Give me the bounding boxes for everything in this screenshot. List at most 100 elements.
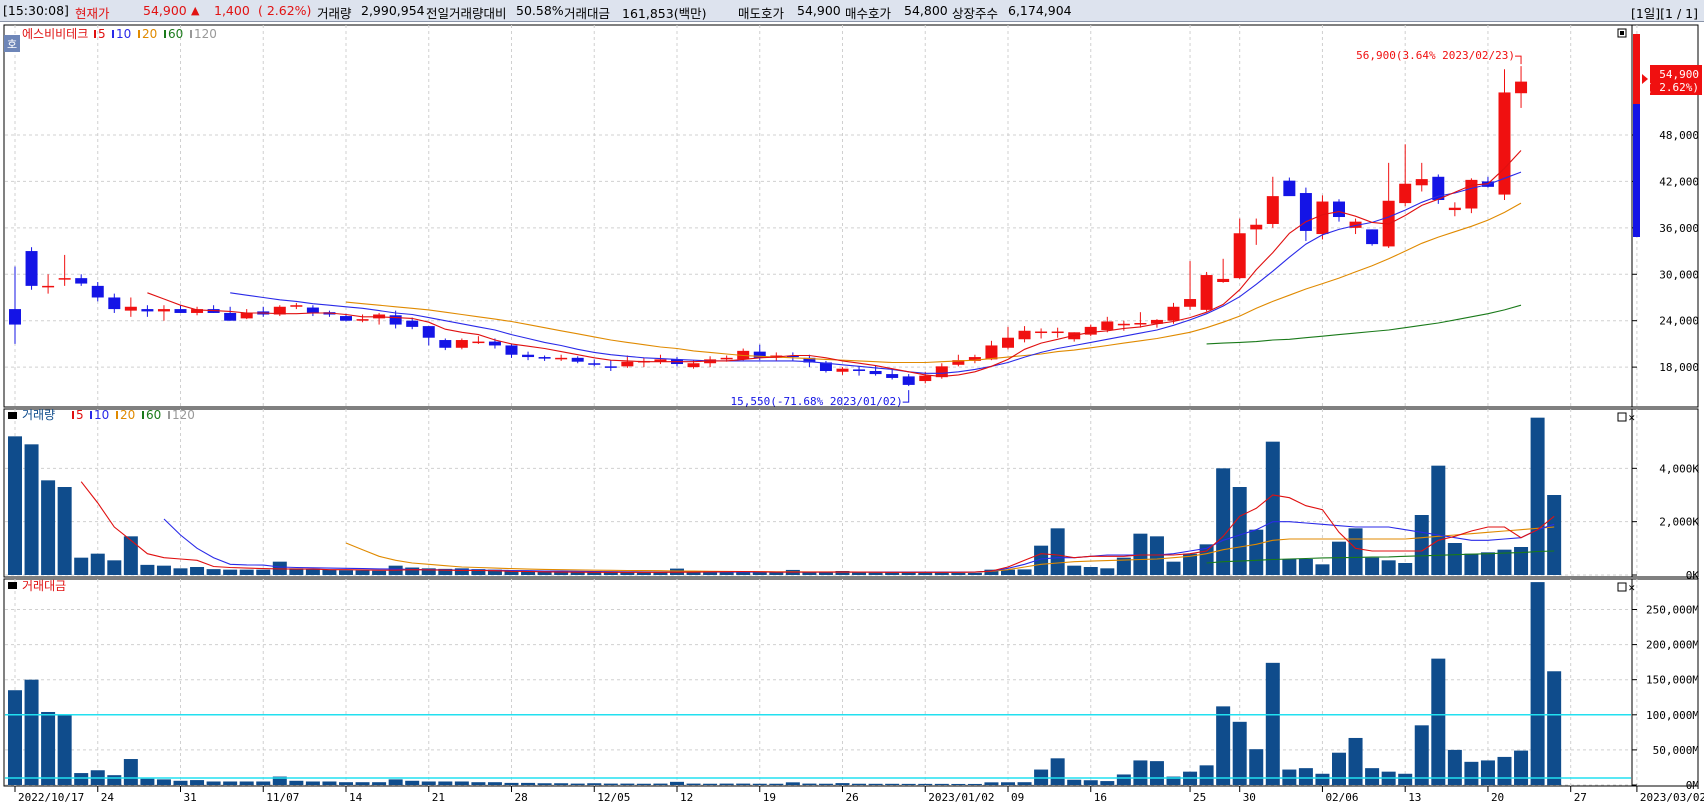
panel2-menu-icon[interactable] [8,412,17,419]
legend-label: 120 [172,408,195,422]
amount-bar [355,782,370,785]
candle-body [141,309,154,312]
candle-body [1101,321,1114,330]
volume-bar [156,565,171,575]
volume-bar [1365,557,1380,575]
amount-bar [1431,658,1446,785]
price-panel [3,24,1699,408]
candle-body [356,319,369,321]
amount-bar [41,711,56,785]
candle-body [306,307,319,313]
amount-bar [1149,761,1164,785]
candle-body [919,375,932,382]
candle-body [406,320,419,327]
legend-label: 60 [146,408,161,422]
candle-body [240,312,253,319]
volume-bar [1431,465,1446,575]
amount-bar [256,781,271,785]
volume-bar [868,572,883,575]
candle-body [1233,233,1246,279]
amount-bar [620,783,635,785]
amount-bar [587,783,602,785]
candle-body [1465,179,1478,209]
volume-bar [1216,468,1231,575]
volume-bar [24,444,39,575]
volume-bar [190,567,205,575]
candle-body [1498,92,1511,195]
amount-bar [785,782,800,785]
current-price: 54,900 [143,3,187,18]
x-tick-label: 11/07 [266,791,299,804]
candle-body [522,354,535,358]
legend-label: 10 [116,27,131,41]
amount-bar [173,780,188,785]
candle-body [1250,224,1263,230]
x-tick-label: 02/06 [1325,791,1358,804]
volume-bar [1249,529,1264,575]
volume-bar [57,487,72,575]
volume-bar [736,572,751,575]
amount-bar [74,773,89,785]
x-tick-label: 19 [763,791,776,804]
amount-bar [885,783,900,785]
legend-swatch [72,411,74,419]
legend-swatch [164,30,166,38]
candle-body [42,285,55,288]
volume-bar [1464,553,1479,575]
volume-bar [1067,565,1082,575]
legend-label: 10 [94,408,109,422]
trading-amount: 161,853(백만) [622,6,707,21]
legend-swatch [94,30,96,38]
candle-body [174,309,187,313]
trading-amount-label: 거래대금 [564,6,611,21]
candle-body [886,374,899,378]
period-page-indicator[interactable]: [1일][1 / 1] [1631,3,1698,22]
candle-body [1035,331,1048,334]
price-change: 1,400 [214,3,250,18]
candle-body [1134,323,1147,325]
volume-bar [703,572,718,575]
amount-bar [1133,760,1148,785]
amount-bar [967,783,982,785]
volume-bar [752,572,767,575]
amount-bar [603,783,618,785]
amount-bar [918,783,933,785]
amount-bar [1530,582,1545,785]
amount-bar [1298,768,1313,785]
x-tick-label: 12/05 [597,791,630,804]
amount-bar [1083,780,1098,785]
prev-volume-ratio: 50.58% [516,3,564,18]
x-tick-label: 24 [101,791,115,804]
amount-bar [487,782,502,785]
candle-body [1051,331,1064,334]
y-tick-label: 48,000 [1659,129,1699,142]
candle-body [621,361,634,367]
candle-body [340,316,352,321]
amount-bar [1216,706,1231,785]
volume-bar [1398,563,1413,575]
x-tick-label: 16 [1094,791,1107,804]
candle-body [58,278,71,280]
volume-bar [74,557,89,575]
volume-bar [1100,568,1115,575]
volume-bar [223,569,238,575]
volume-bar [339,570,353,575]
x-tick-label: 2023/01/02 [928,791,994,804]
candle-body [439,340,452,348]
amount-bar [818,783,833,785]
legend-swatch [190,30,192,38]
candle-body [1018,330,1031,340]
volume-bar [951,572,966,575]
amount-bar [471,782,486,785]
ask-price-label: 매도호가 [738,6,785,21]
legend-label: 5 [98,27,106,41]
volume-bar [322,569,337,575]
panel3-menu-icon[interactable] [8,582,17,589]
amount-bar [719,783,734,785]
amount-bar [421,781,436,785]
y-tick-label: 150,000M [1646,674,1699,687]
legend-swatch [112,30,114,38]
amount-bar [1514,750,1529,785]
candle-body [389,315,402,325]
volume-bar [206,569,221,575]
